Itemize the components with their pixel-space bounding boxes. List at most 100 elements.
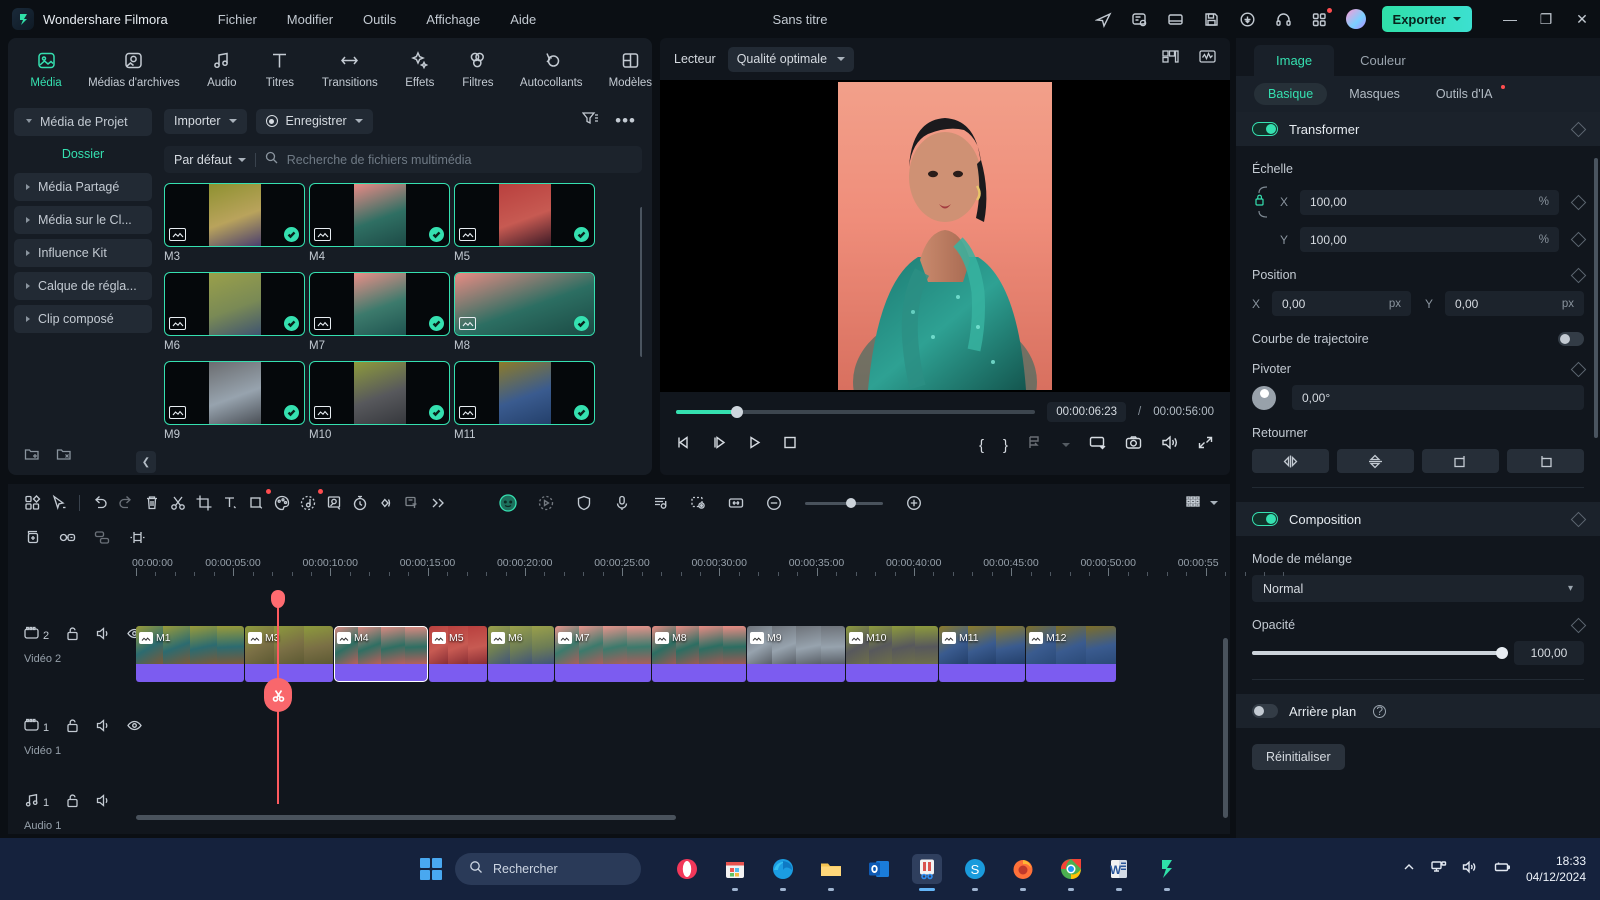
screen-icon[interactable] [1089,435,1106,455]
delete-folder-icon[interactable] [56,446,72,467]
playhead-handle[interactable] [271,590,285,608]
seek-handle[interactable] [731,406,744,418]
save-icon[interactable] [1202,9,1222,29]
show-hidden-icons-chevron[interactable] [1402,860,1416,879]
tab-stickers[interactable]: Autocollants [520,50,583,89]
mute-icon[interactable] [96,626,111,646]
crop-icon[interactable] [191,490,217,516]
unlock-icon[interactable] [65,793,80,813]
more-chevrons-icon[interactable] [425,490,451,516]
reset-button[interactable]: Réinitialiser [1252,744,1345,770]
keyframe-diamond-icon[interactable] [1570,194,1587,210]
playhead[interactable] [264,590,292,804]
auto-reframe-icon[interactable] [533,490,559,516]
microphone-icon[interactable] [609,490,635,516]
import-button[interactable]: Importer [164,108,247,134]
lock-aspect-icon[interactable] [1252,185,1272,219]
project-settings-icon[interactable] [1130,9,1150,29]
chevron-down-icon[interactable] [1210,501,1218,505]
zoom-in-icon[interactable] [901,490,927,516]
help-circle-icon[interactable]: ? [1373,704,1387,718]
tab-audio[interactable]: Audio [206,50,238,89]
properties-scrollbar[interactable] [1594,158,1598,438]
tab-media[interactable]: Média [30,50,62,89]
position-y-input[interactable]: 0,00 px [1445,291,1584,316]
tab-titles[interactable]: Titres [264,50,296,89]
shield-icon[interactable] [571,490,597,516]
taskbar-search[interactable]: Rechercher [455,853,641,885]
subtab-basique[interactable]: Basique [1254,83,1328,105]
media-search-row[interactable]: Par défaut Recherche de fichiers multimé… [164,146,642,173]
snapshot-icon[interactable] [1125,435,1142,455]
delete-icon[interactable] [139,490,165,516]
taskbar-clock[interactable]: 18:33 04/12/2024 [1526,853,1586,885]
stop-icon[interactable] [781,435,798,455]
undo-icon[interactable] [87,490,113,516]
word-icon[interactable]: W [1104,854,1134,891]
color-palette-icon[interactable] [269,490,295,516]
redo-icon[interactable] [113,490,139,516]
transform-toggle[interactable] [1252,122,1278,136]
rotate-right-icon[interactable] [1422,449,1499,473]
speed-stopwatch-icon[interactable] [347,490,373,516]
restore-button[interactable]: ❐ [1538,11,1554,27]
media-thumbnail[interactable] [309,183,450,247]
search-input[interactable]: Recherche de fichiers multimédia [287,153,472,167]
link-icon[interactable] [59,529,76,551]
keyframe-diamond-icon[interactable] [1570,121,1587,137]
subtab-masques[interactable]: Masques [1335,83,1414,105]
eye-icon[interactable] [127,718,142,738]
keyframe-diamond-icon[interactable] [1570,231,1587,248]
timeline-clip[interactable]: M12 [1026,626,1116,682]
media-item[interactable]: M11 [454,361,595,441]
filmora-icon[interactable] [1152,854,1182,891]
tab-templates[interactable]: Modèles [609,50,652,89]
sidebar-item-project-media[interactable]: Média de Projet [14,108,152,136]
battery-icon[interactable] [1493,860,1511,879]
edge-icon[interactable] [768,854,798,891]
media-item[interactable]: M3 [164,183,305,263]
rotate-left-icon[interactable] [1507,449,1584,473]
menu-aide[interactable]: Aide [510,12,536,27]
timeline-clip[interactable]: M6 [488,626,554,682]
media-item[interactable]: M6 [164,272,305,352]
opacity-value[interactable]: 100,00 [1514,641,1584,665]
new-folder-icon[interactable] [24,446,40,467]
media-thumbnail[interactable] [454,272,595,336]
motion-curve-toggle[interactable] [1558,332,1584,346]
subtitle-icon[interactable] [399,490,425,516]
background-toggle[interactable] [1252,704,1278,718]
collapse-panel-icon[interactable]: ❮ [136,451,156,473]
windows-start-icon[interactable] [420,858,442,880]
mark-in-brace[interactable]: { [979,437,984,454]
mark-out-brace[interactable]: } [1003,437,1008,454]
media-item[interactable]: M8 [454,272,595,352]
shape-icon[interactable] [243,489,271,516]
file-explorer-icon[interactable] [816,854,846,891]
snipping-tool-icon[interactable] [912,854,942,891]
tab-effects[interactable]: Effets [404,50,436,89]
timeline-clip[interactable]: M11 [939,626,1025,682]
firefox-icon[interactable] [1008,854,1038,891]
menu-affichage[interactable]: Affichage [426,12,480,27]
more-options-icon[interactable]: ••• [615,112,636,129]
sort-select[interactable]: Par défaut [174,153,246,167]
composition-toggle[interactable] [1252,512,1278,526]
timeline-zoom-slider[interactable] [805,497,883,508]
media-item[interactable]: M10 [309,361,450,441]
sidebar-item-compound-clip[interactable]: Clip composé [14,305,152,333]
filter-sort-icon[interactable] [581,111,599,131]
sidebar-item-cloud-media[interactable]: Média sur le Cl... [14,206,152,234]
media-thumbnail[interactable] [454,183,595,247]
tab-stock-media[interactable]: Médias d'archives [88,50,180,89]
text-icon[interactable] [217,490,243,516]
layout-grid-icon[interactable] [20,490,46,516]
opera-icon[interactable] [672,854,702,884]
timeline-clip[interactable]: M7 [555,626,651,682]
keying-icon[interactable] [321,490,347,516]
add-track-icon[interactable] [24,529,41,551]
volume-icon[interactable] [1161,435,1178,455]
subtab-outils-ia[interactable]: Outils d'IA [1422,83,1507,105]
media-item[interactable]: M5 [454,183,595,263]
sidebar-item-shared-media[interactable]: Média Partagé [14,173,152,201]
